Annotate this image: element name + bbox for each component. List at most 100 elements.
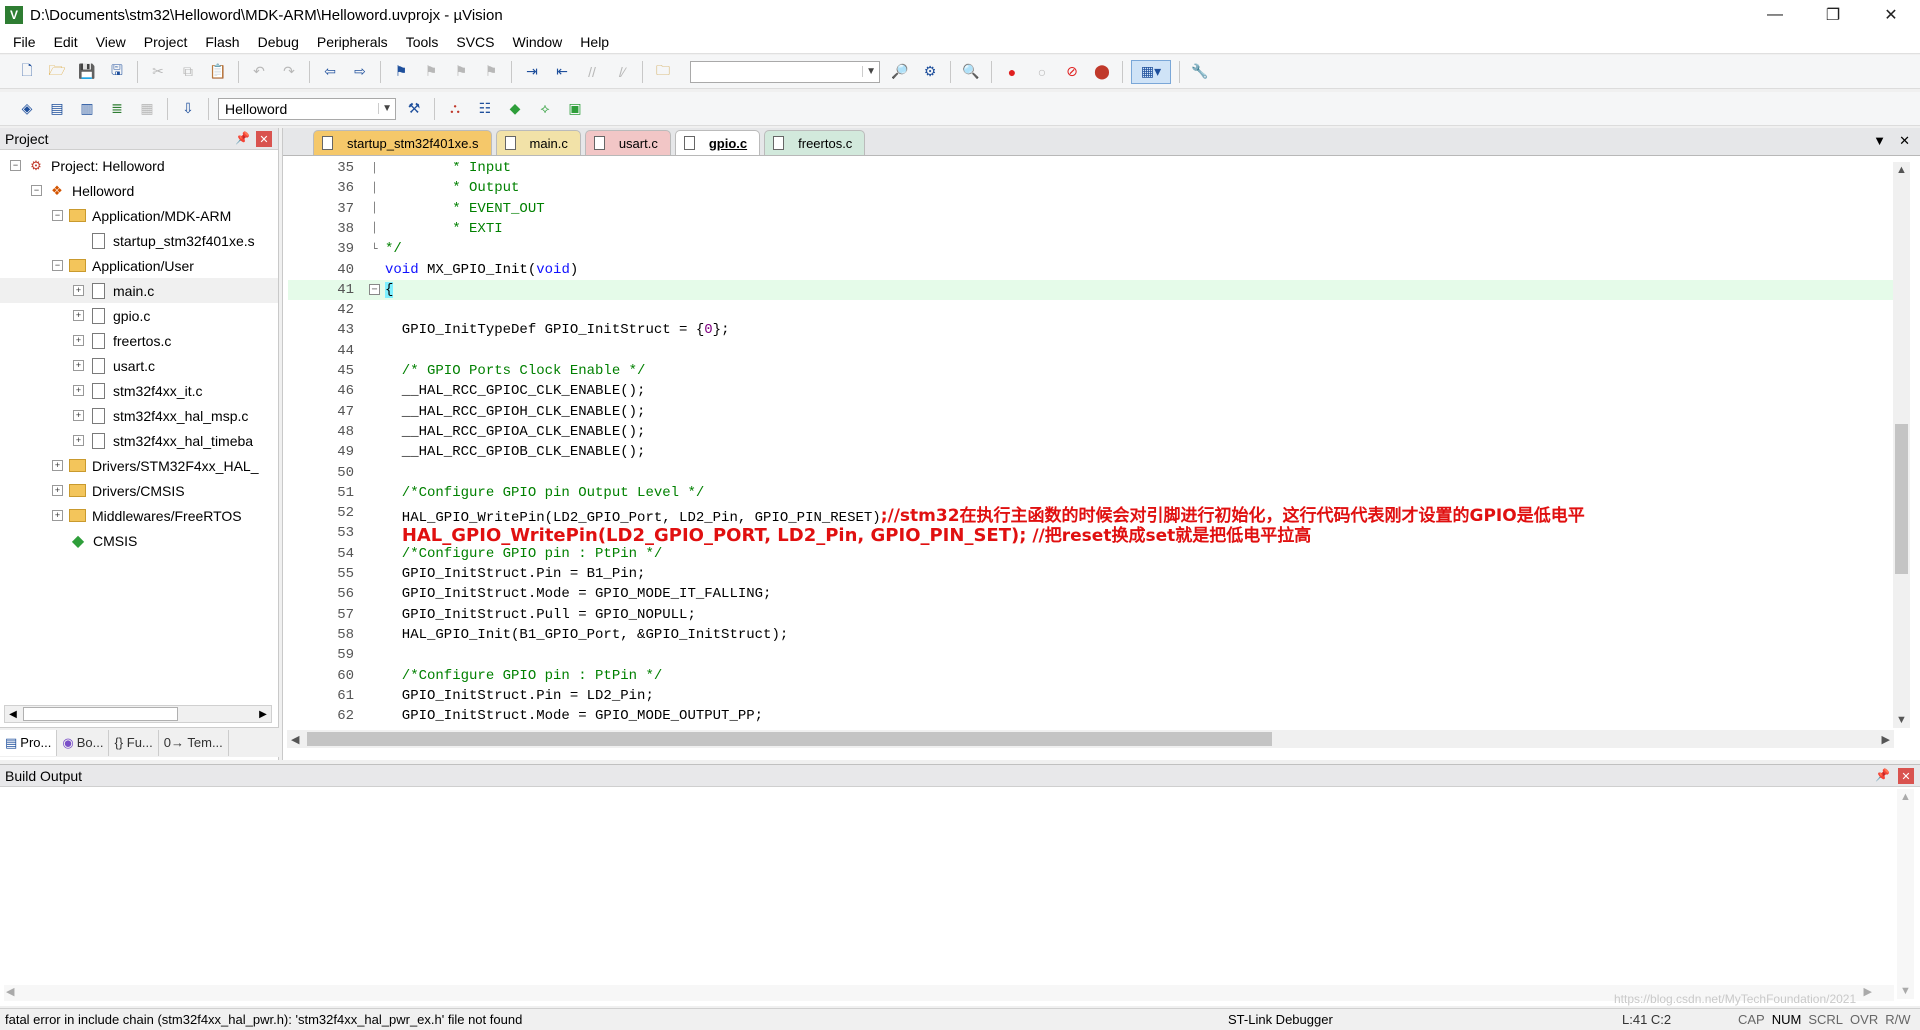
insert-breakpoint-icon[interactable]: ● xyxy=(1000,60,1024,84)
manage-components-icon[interactable]: ⛬ xyxy=(443,97,467,121)
tree-item[interactable]: + main.c xyxy=(0,278,278,303)
scroll-thumb[interactable] xyxy=(307,732,1272,746)
target-select[interactable]: Helloword ▼ xyxy=(218,97,396,120)
menu-window[interactable]: Window xyxy=(504,30,572,54)
tab-functions[interactable]: {} Fu... xyxy=(109,729,159,756)
menu-help[interactable]: Help xyxy=(571,30,618,54)
select-packs-icon[interactable]: ◆ xyxy=(503,97,527,121)
expand-icon[interactable]: + xyxy=(52,510,63,521)
menu-debug[interactable]: Debug xyxy=(249,30,308,54)
copy-icon[interactable]: ⧉ xyxy=(176,60,200,84)
close-icon[interactable]: ✕ xyxy=(256,131,272,147)
tab-gpio-c[interactable]: gpio.c xyxy=(674,130,761,155)
project-horizontal-scrollbar[interactable]: ◀ ▶ xyxy=(4,705,272,723)
collapse-icon[interactable]: − xyxy=(52,210,63,221)
close-tab-icon[interactable]: ✕ xyxy=(1899,133,1910,149)
scroll-left-icon[interactable]: ◀ xyxy=(6,985,14,998)
expand-icon[interactable]: + xyxy=(73,410,84,421)
kill-breakpoints-icon[interactable]: ⬤ xyxy=(1090,60,1114,84)
file-extensions-icon[interactable]: ☷ xyxy=(473,97,497,121)
paste-icon[interactable]: 📋 xyxy=(206,60,230,84)
expand-icon[interactable]: + xyxy=(73,360,84,371)
save-all-icon[interactable]: 🖫 xyxy=(105,60,129,84)
open-folder-icon[interactable]: 🗁 xyxy=(45,60,69,84)
tab-startup-stm32f401xe-s[interactable]: startup_stm32f401xe.s xyxy=(313,130,492,155)
pin-icon[interactable]: 📌 xyxy=(235,131,250,145)
minimize-button[interactable]: — xyxy=(1746,0,1804,30)
bookmark-toggle-icon[interactable]: ⚑ xyxy=(389,60,413,84)
scroll-down-icon[interactable]: ▼ xyxy=(1896,714,1907,726)
scroll-right-icon[interactable]: ▶ xyxy=(255,709,271,720)
uncomment-icon[interactable]: /⁄ xyxy=(610,60,634,84)
fold-collapse-icon[interactable]: − xyxy=(369,284,380,296)
menu-file[interactable]: File xyxy=(4,30,45,54)
tree-item[interactable]: − Application/MDK-ARM xyxy=(0,203,278,228)
bookmark-next-icon[interactable]: ⚑ xyxy=(449,60,473,84)
rebuild-icon[interactable]: ▥ xyxy=(75,97,99,121)
incremental-find-icon[interactable]: ⚙ xyxy=(918,60,942,84)
scroll-down-icon[interactable]: ▼ xyxy=(1900,985,1911,997)
download-load-icon[interactable]: ⇩ xyxy=(176,97,200,121)
menu-project[interactable]: Project xyxy=(135,30,197,54)
tree-item[interactable]: startup_stm32f401xe.s xyxy=(0,228,278,253)
unindent-icon[interactable]: ⇤ xyxy=(550,60,574,84)
scroll-right-icon[interactable]: ▶ xyxy=(1882,733,1890,746)
tree-item[interactable]: ◆ CMSIS xyxy=(0,528,278,553)
scroll-up-icon[interactable]: ▲ xyxy=(1900,791,1911,803)
manage-rte-icon[interactable]: ⟡ xyxy=(533,97,557,121)
navigate-forward-icon[interactable]: ⇨ xyxy=(348,60,372,84)
scroll-left-icon[interactable]: ◀ xyxy=(291,733,299,746)
menu-flash[interactable]: Flash xyxy=(196,30,248,54)
tab-freertos-c[interactable]: freertos.c xyxy=(764,130,866,155)
tree-item[interactable]: + stm32f4xx_hal_msp.c xyxy=(0,403,278,428)
bookmark-clear-icon[interactable]: ⚑ xyxy=(479,60,503,84)
stop-build-icon[interactable]: ▦ xyxy=(135,97,159,121)
disable-breakpoints-icon[interactable]: ⊘ xyxy=(1060,60,1084,84)
bookmark-prev-icon[interactable]: ⚑ xyxy=(419,60,443,84)
new-file-icon[interactable]: 🗋 xyxy=(15,60,39,84)
tree-item[interactable]: − Application/User xyxy=(0,253,278,278)
collapse-icon[interactable]: − xyxy=(52,260,63,271)
indent-icon[interactable]: ⇥ xyxy=(520,60,544,84)
expand-icon[interactable]: + xyxy=(73,435,84,446)
start-debug-icon[interactable]: 🔍 xyxy=(959,60,983,84)
comment-icon[interactable]: // xyxy=(580,60,604,84)
pin-icon[interactable]: 📌 xyxy=(1875,768,1890,782)
scroll-left-icon[interactable]: ◀ xyxy=(5,709,21,720)
tab-list-chevron-icon[interactable]: ▼ xyxy=(1873,133,1886,148)
collapse-icon[interactable]: − xyxy=(31,185,42,196)
tab-usart-c[interactable]: usart.c xyxy=(584,130,671,155)
configure-icon[interactable]: 🔧 xyxy=(1188,60,1212,84)
find-in-files-icon[interactable]: 🗀 xyxy=(651,60,675,84)
menu-peripherals[interactable]: Peripherals xyxy=(308,30,397,54)
tree-item[interactable]: + Drivers/STM32F4xx_HAL_ xyxy=(0,453,278,478)
build-horizontal-scrollbar[interactable]: ◀ ▶ xyxy=(4,985,1894,1001)
expand-icon[interactable]: + xyxy=(52,485,63,496)
tree-item[interactable]: + Middlewares/FreeRTOS xyxy=(0,503,278,528)
scroll-right-icon[interactable]: ▶ xyxy=(1864,985,1872,998)
window-layout-icon[interactable]: ▦▾ xyxy=(1131,59,1171,84)
build-vertical-scrollbar[interactable]: ▲ ▼ xyxy=(1897,789,1914,999)
collapse-icon[interactable]: − xyxy=(10,160,21,171)
menu-svcs[interactable]: SVCS xyxy=(447,30,503,54)
menu-tools[interactable]: Tools xyxy=(397,30,448,54)
batch-build-icon[interactable]: ≣ xyxy=(105,97,129,121)
scroll-thumb[interactable] xyxy=(23,707,178,721)
cut-icon[interactable]: ✂ xyxy=(146,60,170,84)
tree-item[interactable]: + stm32f4xx_it.c xyxy=(0,378,278,403)
scroll-up-icon[interactable]: ▲ xyxy=(1896,164,1907,176)
tab-project[interactable]: ▤ Pro... xyxy=(0,729,58,756)
tab-main-c[interactable]: main.c xyxy=(495,130,581,155)
save-icon[interactable]: 💾 xyxy=(75,60,99,84)
code-editor[interactable]: 35 │ * Input 36 │ * Output 37 │ * EVENT_OUT 38… xyxy=(288,162,1893,728)
tree-item[interactable]: + stm32f4xx_hal_timeba xyxy=(0,428,278,453)
editor-horizontal-scrollbar[interactable]: ◀ ▶ xyxy=(287,730,1894,748)
close-icon[interactable]: ✕ xyxy=(1898,768,1914,784)
tree-item[interactable]: + Drivers/CMSIS xyxy=(0,478,278,503)
scroll-thumb[interactable] xyxy=(1895,424,1908,574)
expand-icon[interactable]: + xyxy=(73,310,84,321)
expand-icon[interactable]: + xyxy=(52,460,63,471)
expand-icon[interactable]: + xyxy=(73,385,84,396)
menu-view[interactable]: View xyxy=(87,30,135,54)
close-window-button[interactable]: ✕ xyxy=(1862,0,1920,30)
